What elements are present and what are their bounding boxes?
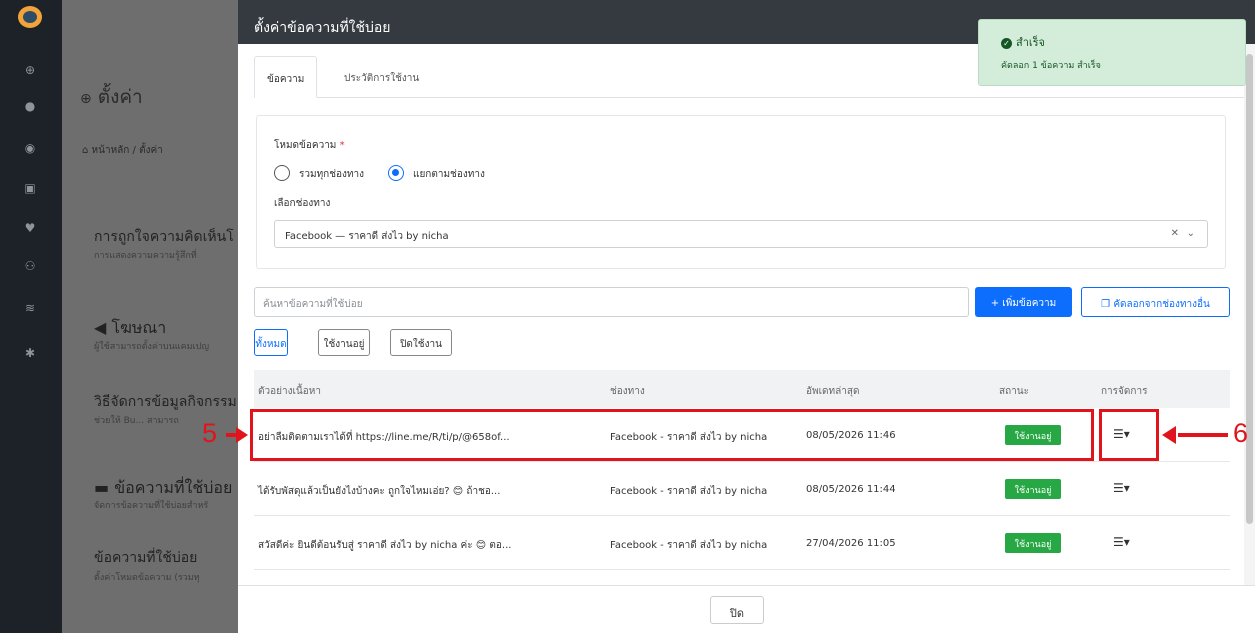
- arrow-left-icon: [1162, 426, 1228, 444]
- arrow-right-icon: [226, 427, 248, 443]
- annotation-arrows: [226, 426, 1228, 444]
